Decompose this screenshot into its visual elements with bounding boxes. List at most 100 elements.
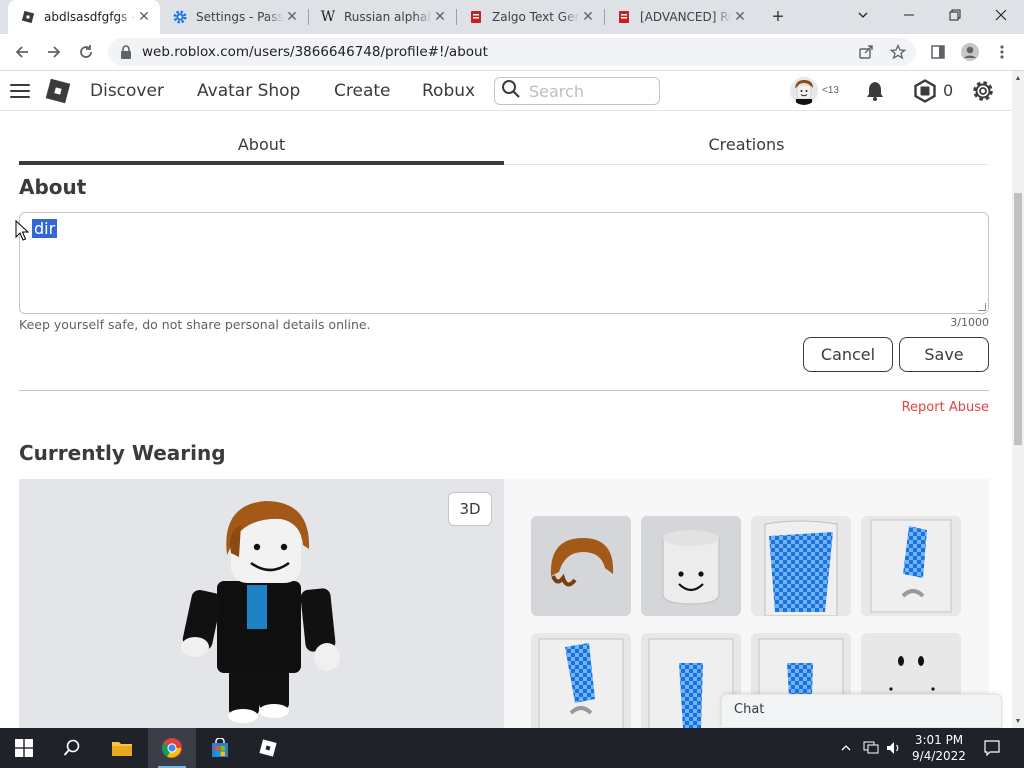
tab-about-label: About	[237, 135, 286, 154]
nav-avatar-shop[interactable]: Avatar Shop	[197, 81, 300, 101]
scroll-down-arrow-icon[interactable]: ▼	[1012, 714, 1024, 728]
reload-icon[interactable]	[74, 40, 98, 64]
search-icon[interactable]	[501, 79, 521, 104]
close-tab-icon[interactable]: ✕	[284, 9, 300, 25]
chat-bar[interactable]: Chat	[721, 694, 1002, 728]
tab-creations-label: Creations	[708, 135, 785, 154]
roblox-logo-icon[interactable]	[45, 78, 71, 104]
browser-tab-wikipedia[interactable]: W Russian alphabe ✕	[308, 0, 456, 34]
minimize-window-icon[interactable]	[886, 0, 932, 30]
file-explorer-icon[interactable]	[98, 728, 146, 768]
tab-title: Zalgo Text Gene	[492, 10, 580, 24]
notification-bell-icon[interactable]	[862, 78, 888, 104]
avatar-figure	[181, 501, 340, 723]
mouse-cursor-icon	[15, 219, 30, 247]
wearing-item-head[interactable]	[641, 516, 741, 616]
tray-chevron-up-icon[interactable]	[836, 728, 856, 768]
tab-title: Russian alphabe	[344, 10, 432, 24]
taskbar-clock[interactable]: 3:01 PM 9/4/2022	[906, 732, 972, 764]
tab-search-chevron-icon[interactable]	[840, 0, 886, 30]
clock-time: 3:01 PM	[914, 733, 964, 747]
volume-icon[interactable]	[884, 728, 904, 768]
address-bar[interactable]: web.roblox.com/users/3866646748/profile#…	[108, 38, 916, 66]
close-tab-icon[interactable]: ✕	[432, 9, 448, 25]
age-label: <13	[822, 85, 839, 96]
search-input[interactable]	[529, 81, 649, 101]
url-text: web.roblox.com/users/3866646748/profile#…	[142, 44, 488, 60]
scroll-up-arrow-icon[interactable]: ▲	[1012, 71, 1024, 85]
browser-tab-roblox-profile[interactable]: abdlsasdfgfgs - ✕	[8, 0, 160, 34]
browser-tab-settings[interactable]: Settings - Passw ✕	[160, 0, 308, 34]
side-panel-icon[interactable]	[926, 40, 950, 64]
browser-tab-zalgo[interactable]: Zalgo Text Gene ✕	[456, 0, 604, 34]
settings-gear-icon[interactable]	[970, 78, 996, 104]
forward-arrow-icon[interactable]	[42, 40, 66, 64]
toggle-3d-button[interactable]: 3D	[448, 492, 492, 526]
roblox-header: Discover Avatar Shop Create Robux <13 0	[0, 71, 1012, 111]
close-window-icon[interactable]	[978, 0, 1024, 30]
browser-toolbar: web.roblox.com/users/3866646748/profile#…	[0, 34, 1024, 71]
gear-icon	[172, 9, 188, 25]
profile-avatar-icon[interactable]	[958, 40, 982, 64]
document-red-icon	[616, 9, 632, 25]
robux-icon[interactable]	[912, 78, 938, 104]
profile-content: About Creations About dir Keep yourself …	[0, 111, 1012, 728]
character-counter: 3/1000	[950, 316, 989, 329]
wearing-item-hair[interactable]	[531, 516, 631, 616]
close-tab-icon[interactable]: ✕	[136, 9, 152, 25]
network-icon[interactable]	[860, 728, 882, 768]
back-arrow-icon[interactable]	[10, 40, 34, 64]
close-tab-icon[interactable]: ✕	[732, 9, 748, 25]
browser-menu-icon[interactable]	[990, 40, 1014, 64]
wikipedia-icon: W	[320, 9, 336, 25]
bio-textarea[interactable]: dir	[19, 212, 989, 314]
scrollbar-thumb[interactable]	[1014, 193, 1022, 445]
restore-window-icon[interactable]	[932, 0, 978, 30]
save-button[interactable]: Save	[899, 337, 989, 372]
document-red-icon	[468, 9, 484, 25]
nav-robux[interactable]: Robux	[422, 81, 475, 101]
bookmark-star-icon[interactable]	[886, 40, 910, 64]
wearing-item-arm[interactable]	[861, 516, 961, 616]
header-search	[494, 77, 660, 105]
tab-title: abdlsasdfgfgs -	[44, 10, 136, 24]
store-icon[interactable]	[196, 728, 244, 768]
share-icon[interactable]	[854, 40, 878, 64]
bio-selected-text: dir	[32, 219, 58, 238]
wearing-item-pants-left[interactable]	[531, 633, 631, 728]
taskbar-search-icon[interactable]	[48, 728, 96, 768]
section-divider	[19, 390, 989, 391]
browser-tab-advanced[interactable]: [ADVANCED] Ro ✕	[604, 0, 756, 34]
tab-creations[interactable]: Creations	[504, 124, 989, 165]
browser-tab-strip: abdlsasdfgfgs - ✕ Settings - Passw ✕ W R…	[0, 0, 1024, 34]
roblox-favicon-icon	[20, 9, 36, 25]
chrome-taskbar-icon[interactable]	[148, 728, 196, 768]
safety-note: Keep yourself safe, do not share persona…	[19, 317, 371, 332]
lock-icon[interactable]	[120, 45, 132, 59]
close-tab-icon[interactable]: ✕	[580, 9, 596, 25]
nav-discover[interactable]: Discover	[90, 81, 164, 101]
tab-about[interactable]: About	[19, 124, 504, 165]
notifications-icon[interactable]	[980, 728, 1004, 768]
cancel-button[interactable]: Cancel	[803, 337, 893, 372]
robux-count[interactable]: 0	[943, 81, 953, 100]
about-heading: About	[19, 175, 87, 199]
windows-taskbar: 3:01 PM 9/4/2022	[0, 728, 1024, 768]
resize-grip-icon[interactable]	[978, 303, 986, 311]
wearing-item-shirt[interactable]	[751, 516, 851, 616]
currently-wearing-heading: Currently Wearing	[19, 441, 226, 465]
page-scrollbar[interactable]: ▲ ▼	[1012, 71, 1024, 728]
roblox-taskbar-icon[interactable]	[244, 728, 292, 768]
new-tab-button[interactable]: +	[766, 5, 790, 29]
profile-tabs: About Creations	[19, 124, 989, 165]
hamburger-menu-icon[interactable]	[10, 81, 30, 101]
tab-underline	[504, 164, 989, 165]
nav-create[interactable]: Create	[334, 81, 391, 101]
tab-title: [ADVANCED] Ro	[640, 10, 732, 24]
report-abuse-link[interactable]: Report Abuse	[880, 400, 989, 415]
user-avatar[interactable]	[790, 77, 818, 105]
chat-label: Chat	[734, 702, 765, 717]
avatar-preview[interactable]: 3D	[19, 479, 504, 728]
clock-date: 9/4/2022	[912, 749, 966, 763]
windows-start-icon[interactable]	[0, 728, 48, 768]
